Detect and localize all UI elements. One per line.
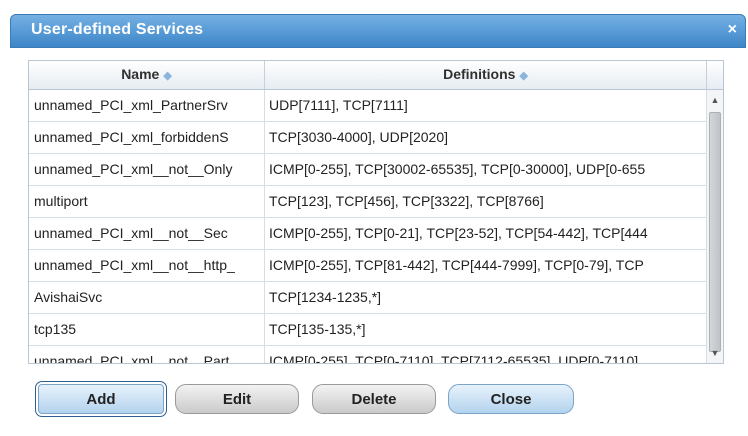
- column-header-definitions[interactable]: Definitions ◆: [265, 61, 707, 89]
- table-row[interactable]: unnamed_PCI_xml__not__http_ ICMP[0-255], …: [29, 250, 707, 282]
- service-definition-cell: ICMP[0-255], TCP[81-442], TCP[444-7999],…: [265, 250, 707, 281]
- service-name-cell: tcp135: [29, 314, 265, 345]
- dialog-title: User-defined Services: [31, 21, 204, 38]
- table-row[interactable]: unnamed_PCI_xml_forbiddenS TCP[3030-4000]…: [29, 122, 707, 154]
- service-definition-cell: TCP[135-135,*]: [265, 314, 707, 345]
- services-table: Name ◆ Definitions ◆ unnamed_PCI_xml_Partn…: [28, 60, 724, 364]
- table-row[interactable]: unnamed_PCI_xml__not__Part ICMP[0-255], T…: [29, 346, 707, 363]
- column-header-name[interactable]: Name ◆: [29, 61, 265, 89]
- table-row[interactable]: AvishaiSvc TCP[1234-1235,*]: [29, 282, 707, 314]
- delete-button[interactable]: Delete: [312, 384, 436, 414]
- service-definition-cell: UDP[7111], TCP[7111]: [265, 90, 707, 121]
- service-name-cell: unnamed_PCI_xml_PartnerSrv: [29, 90, 265, 121]
- scroll-up-icon[interactable]: ▲: [707, 93, 723, 107]
- table-row[interactable]: unnamed_PCI_xml__not__Sec ICMP[0-255], TC…: [29, 218, 707, 250]
- service-definition-cell: TCP[3030-4000], UDP[2020]: [265, 122, 707, 153]
- table-row[interactable]: unnamed_PCI_xml_PartnerSrv UDP[7111], TCP…: [29, 90, 707, 122]
- service-definition-cell: ICMP[0-255], TCP[30002-65535], TCP[0-300…: [265, 154, 707, 185]
- close-button[interactable]: Close: [448, 384, 574, 414]
- service-definition-cell: TCP[1234-1235,*]: [265, 282, 707, 313]
- column-header-name-label: Name: [121, 66, 160, 82]
- service-name-cell: unnamed_PCI_xml__not__Part: [29, 346, 265, 363]
- service-definition-cell: ICMP[0-255], TCP[0-7110], TCP[7112-65535…: [265, 346, 707, 363]
- table-header: Name ◆ Definitions ◆: [29, 61, 723, 90]
- add-button[interactable]: Add: [35, 381, 167, 417]
- service-name-cell: multiport: [29, 186, 265, 217]
- vertical-scrollbar[interactable]: ▲ ▼: [706, 90, 723, 363]
- service-name-cell: unnamed_PCI_xml__not__Sec: [29, 218, 265, 249]
- service-name-cell: unnamed_PCI_xml_forbiddenS: [29, 122, 265, 153]
- scroll-down-icon[interactable]: ▼: [707, 346, 723, 360]
- sort-icon: ◆: [519, 70, 528, 82]
- service-definition-cell: ICMP[0-255], TCP[0-21], TCP[23-52], TCP[…: [265, 218, 707, 249]
- sort-icon: ◆: [163, 70, 172, 82]
- service-name-cell: unnamed_PCI_xml__not__Only: [29, 154, 265, 185]
- table-row[interactable]: unnamed_PCI_xml__not__Only ICMP[0-255], T…: [29, 154, 707, 186]
- service-name-cell: unnamed_PCI_xml__not__http_: [29, 250, 265, 281]
- column-header-definitions-label: Definitions: [443, 66, 516, 82]
- close-icon[interactable]: ×: [728, 21, 737, 39]
- table-row[interactable]: tcp135 TCP[135-135,*]: [29, 314, 707, 346]
- dialog-titlebar[interactable]: User-defined Services ×: [10, 14, 746, 48]
- scrollbar-thumb[interactable]: [709, 112, 721, 352]
- service-definition-cell: TCP[123], TCP[456], TCP[3322], TCP[8766]: [265, 186, 707, 217]
- header-filler: [707, 61, 723, 89]
- service-name-cell: AvishaiSvc: [29, 282, 265, 313]
- table-body: unnamed_PCI_xml_PartnerSrv UDP[7111], TCP…: [29, 90, 707, 363]
- table-row[interactable]: multiport TCP[123], TCP[456], TCP[3322], …: [29, 186, 707, 218]
- edit-button[interactable]: Edit: [175, 384, 299, 414]
- user-defined-services-dialog: User-defined Services × Name ◆ Definition…: [0, 0, 748, 436]
